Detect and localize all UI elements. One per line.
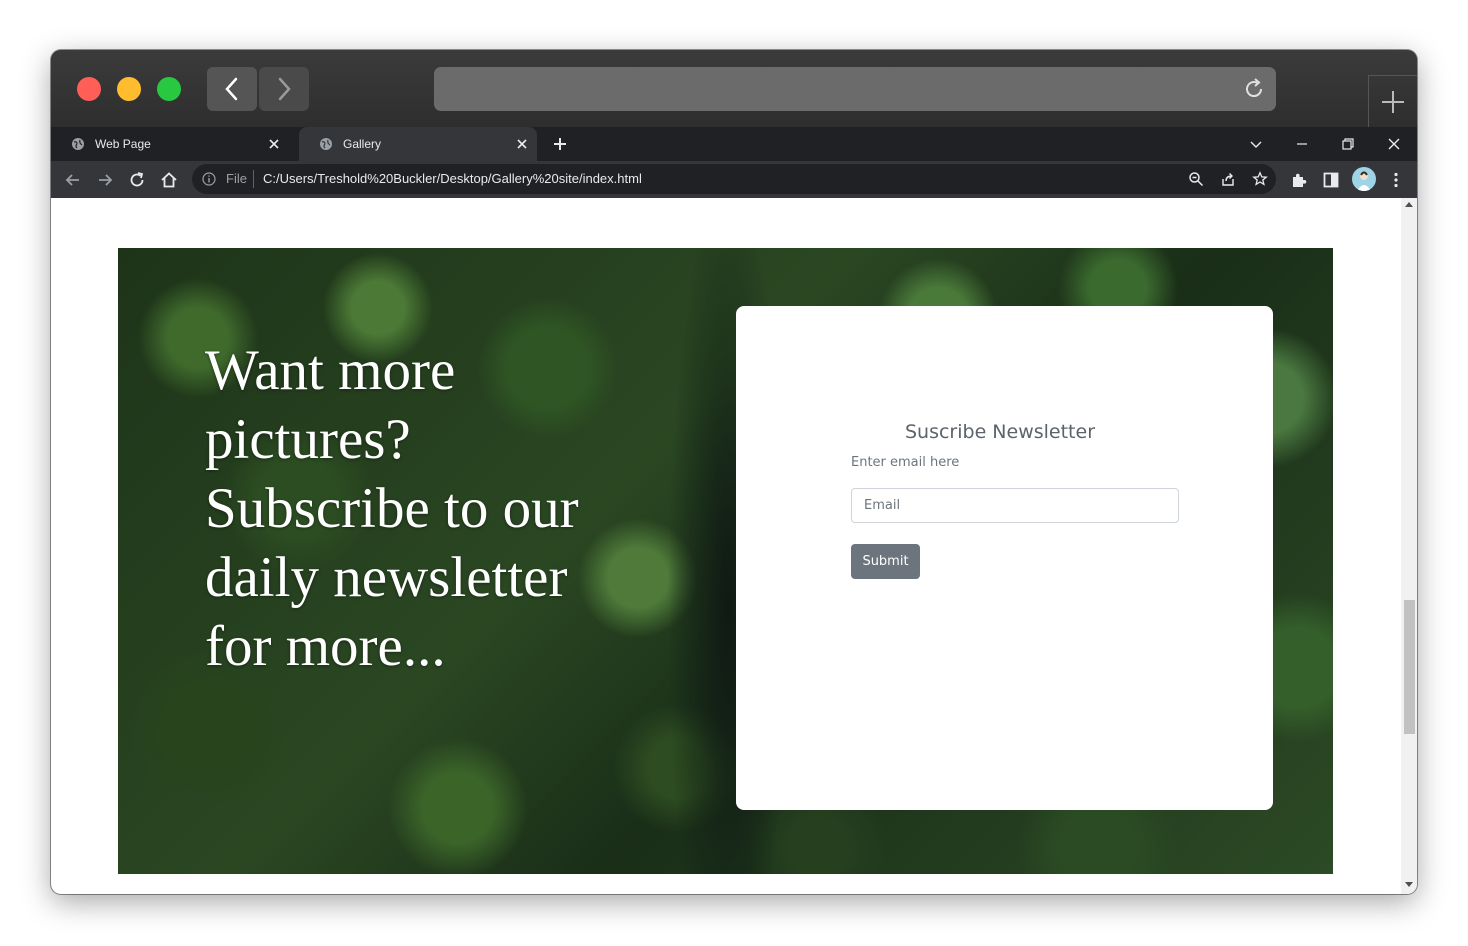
browser-window: Web Page Gallery File C:/Users/Treshold%… [51, 50, 1417, 894]
address-separator [253, 170, 254, 188]
reload-icon[interactable] [127, 170, 147, 190]
close-icon[interactable] [515, 137, 529, 151]
zoom-window-button[interactable] [157, 77, 181, 101]
star-icon[interactable] [1252, 171, 1268, 187]
submit-button[interactable]: Submit [851, 544, 920, 579]
home-icon[interactable] [159, 170, 179, 190]
reload-icon[interactable] [1242, 77, 1266, 101]
restore-icon[interactable] [1338, 134, 1358, 154]
chevron-left-icon [225, 77, 238, 101]
minimize-icon[interactable] [1292, 134, 1312, 154]
newsletter-hero-section: Want more pictures? Subscribe to our dai… [118, 248, 1333, 874]
mac-forward-button[interactable] [259, 67, 309, 111]
tab-search-chevron-icon[interactable] [1246, 134, 1266, 154]
email-input[interactable] [851, 488, 1179, 523]
page-viewport: Want more pictures? Subscribe to our dai… [51, 198, 1417, 894]
browser-toolbar: File C:/Users/Treshold%20Buckler/Desktop… [51, 161, 1417, 198]
back-arrow-icon[interactable] [63, 170, 83, 190]
mac-back-button[interactable] [207, 67, 257, 111]
info-icon[interactable] [202, 172, 216, 186]
minimize-window-button[interactable] [117, 77, 141, 101]
globe-icon [72, 138, 84, 150]
chevron-right-icon [278, 77, 291, 101]
address-bar[interactable]: File C:/Users/Treshold%20Buckler/Desktop… [192, 164, 1276, 194]
scrollbar-thumb[interactable] [1404, 600, 1415, 734]
share-icon[interactable] [1220, 171, 1236, 187]
hero-headline: Want more pictures? Subscribe to our dai… [205, 339, 579, 678]
extensions-puzzle-icon[interactable] [1289, 170, 1309, 190]
address-url[interactable]: C:/Users/Treshold%20Buckler/Desktop/Gall… [263, 171, 642, 186]
scroll-up-arrow-icon[interactable] [1405, 202, 1413, 207]
tab-gallery[interactable]: Gallery [299, 127, 537, 161]
mac-address-bar[interactable] [434, 67, 1276, 111]
new-tab-plus-icon[interactable] [551, 135, 569, 153]
window-titlebar [51, 50, 1417, 127]
forward-arrow-icon[interactable] [95, 170, 115, 190]
more-vertical-icon[interactable] [1386, 170, 1406, 190]
tab-title: Gallery [343, 137, 382, 151]
globe-icon [320, 138, 332, 150]
tab-web-page[interactable]: Web Page [51, 127, 289, 161]
mac-new-tab-button[interactable] [1368, 75, 1417, 127]
scheme-label: File [226, 171, 247, 186]
tab-strip: Web Page Gallery [51, 127, 1417, 161]
email-label: Enter email here [851, 455, 960, 470]
profile-avatar-icon [1357, 171, 1371, 191]
close-icon[interactable] [1384, 134, 1404, 154]
newsletter-card: Suscribe Newsletter Enter email here Sub… [736, 306, 1273, 810]
profile-avatar[interactable] [1352, 167, 1376, 191]
tab-title: Web Page [95, 137, 151, 151]
side-panel-icon[interactable] [1321, 170, 1341, 190]
scroll-down-arrow-icon[interactable] [1405, 882, 1413, 887]
close-icon[interactable] [267, 137, 281, 151]
close-window-button[interactable] [77, 77, 101, 101]
zoom-icon[interactable] [1188, 171, 1204, 187]
vertical-scrollbar[interactable] [1401, 198, 1417, 894]
plus-icon [1382, 90, 1404, 113]
newsletter-title: Suscribe Newsletter [904, 421, 1096, 443]
